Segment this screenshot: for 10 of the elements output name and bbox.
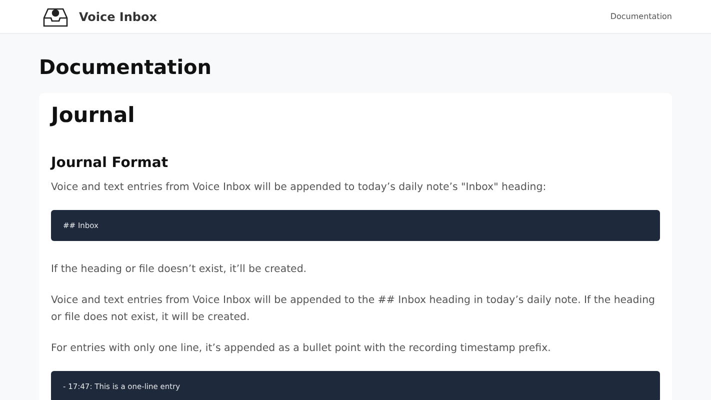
page-title: Documentation — [39, 55, 213, 79]
inbox-icon — [42, 6, 69, 28]
paragraph: Voice and text entries from Voice Inbox will be appended to the ## Inbox heading in today’s daily note. If the heading or file does not exist, it will be created. — [51, 294, 656, 325]
card-title: Journal — [51, 103, 136, 127]
section-title: Journal Format — [51, 155, 170, 171]
paragraph: For entries with only one line, it’s appended as a bullet point with the recording timestamp prefix. — [51, 342, 552, 356]
nav-link[interactable]: Documentation — [610, 12, 672, 21]
paragraph: Voice and text entries from Voice Inbox will be appended to today’s daily note’s "Inbox" heading: — [51, 181, 548, 195]
paragraph: If the heading or file doesn’t exist, it’ll be created. — [51, 263, 308, 277]
app-name: Voice Inbox — [79, 10, 157, 24]
